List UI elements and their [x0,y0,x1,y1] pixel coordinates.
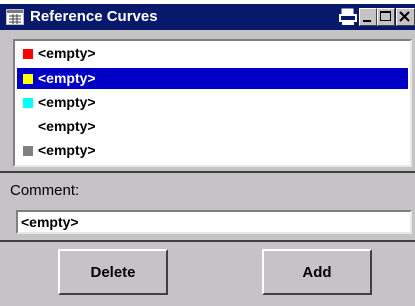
list-item-label: <empty> [38,70,96,86]
title-bar[interactable]: Reference Curves [0,4,415,30]
minimize-icon [363,20,371,22]
window-menu-icon[interactable] [6,9,24,25]
maximize-button[interactable] [377,8,395,26]
list-item[interactable]: <empty> [17,140,408,161]
divider [0,171,415,173]
minimize-button[interactable] [359,8,377,26]
list-item[interactable]: <empty> [17,116,408,137]
delete-button[interactable]: Delete [58,249,168,295]
comment-label: Comment: [10,182,80,199]
list-item-label: <empty> [38,118,96,134]
reference-curves-dialog: Reference Curves <empty> <empty> <empty>… [0,4,415,306]
list-item-label: <empty> [38,45,96,61]
gray-swatch-icon [23,146,33,156]
divider [0,240,415,242]
white-swatch-icon [23,122,33,132]
close-icon [399,11,410,22]
add-button[interactable]: Add [262,249,372,295]
list-item-selected[interactable]: <empty> [17,68,408,89]
list-item-label: <empty> [38,142,96,158]
window-title: Reference Curves [30,8,158,25]
list-item[interactable]: <empty> [17,43,408,64]
cyan-swatch-icon [23,98,33,108]
maximize-icon [380,11,391,21]
reference-curves-list[interactable]: <empty> <empty> <empty> <empty> <empty> [13,39,412,167]
red-swatch-icon [23,49,33,59]
list-item[interactable]: <empty> [17,92,408,113]
list-item-label: <empty> [38,94,96,110]
yellow-swatch-icon [23,74,33,84]
print-icon[interactable] [338,8,358,26]
comment-input[interactable] [16,210,412,234]
close-button[interactable] [396,8,415,26]
